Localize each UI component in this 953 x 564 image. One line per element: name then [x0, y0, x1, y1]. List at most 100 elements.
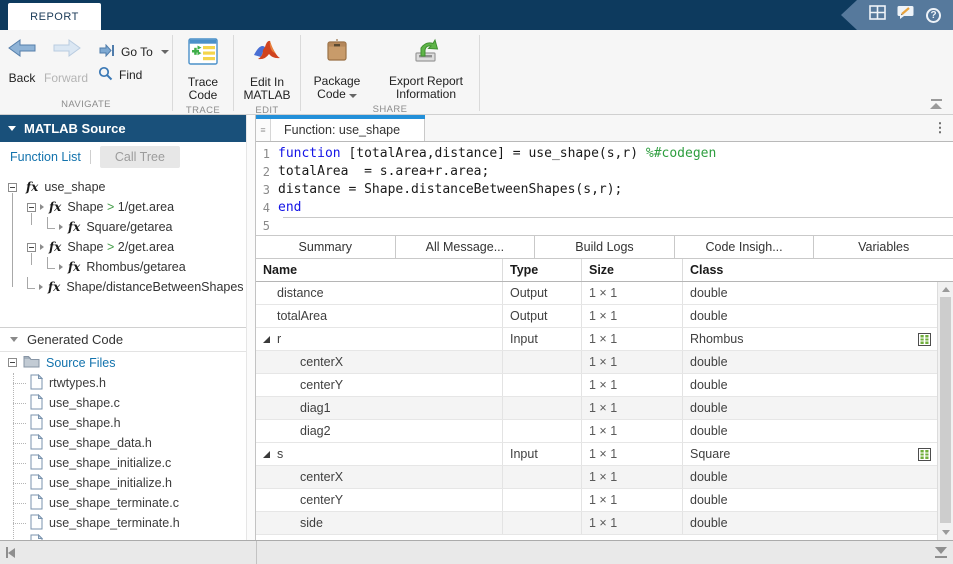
trace-code-button[interactable]: Trace Code	[173, 36, 233, 102]
function-tree-item[interactable]: fxShape > 2/get.area	[0, 237, 246, 257]
help-icon[interactable]: ?	[926, 8, 941, 23]
panel-grip-icon[interactable]: ≡	[256, 119, 271, 141]
cell-name: centerY	[256, 489, 503, 511]
cell-class: Rhombus	[683, 328, 937, 350]
cell-class: double	[683, 397, 937, 419]
find-button[interactable]: Find	[98, 66, 169, 84]
cell-name: r	[256, 328, 503, 350]
scroll-up-icon[interactable]	[938, 283, 953, 296]
file-name: rtwtypes.h	[49, 376, 106, 390]
table-row[interactable]: rInput1 × 1Rhombus	[256, 328, 937, 351]
cell-class: double	[683, 282, 937, 304]
column-header-type[interactable]: Type	[503, 259, 582, 281]
tree-stub	[13, 463, 26, 464]
file-tree-item[interactable]: use_shape_data.h	[0, 433, 246, 453]
code-line[interactable]: 2totalArea = s.area+r.area;	[256, 163, 953, 181]
folder-icon	[23, 355, 40, 371]
report-section-tabs: SummaryAll Message...Build LogsCode Insi…	[256, 235, 953, 259]
table-row[interactable]: side1 × 1double	[256, 512, 937, 535]
cell-type	[503, 351, 582, 373]
code-line[interactable]: 3distance = Shape.distanceBetweenShapes(…	[256, 181, 953, 199]
tab-call-tree[interactable]: Call Tree	[100, 146, 180, 168]
scrollbar-thumb[interactable]	[940, 297, 951, 523]
code-line[interactable]: 5	[256, 217, 953, 235]
collapse-bottom-panel-icon[interactable]	[935, 547, 947, 558]
tab-summary[interactable]: Summary	[256, 236, 396, 258]
column-header-name[interactable]: Name	[256, 259, 503, 281]
table-scrollbar[interactable]	[937, 282, 953, 540]
file-name: use_shape_initialize.h	[49, 476, 172, 490]
banner-decoration: ?	[841, 0, 953, 30]
sidebar-scrollbar[interactable]	[246, 115, 255, 540]
file-tree-item[interactable]: use_shape_terminate.h	[0, 513, 246, 533]
table-row[interactable]: sInput1 × 1Square	[256, 443, 937, 466]
tab-report[interactable]: REPORT	[8, 3, 101, 30]
file-tree-item-clipped[interactable]	[0, 533, 246, 540]
export-report-button[interactable]: Export Report Information	[373, 36, 479, 101]
file-tree-item[interactable]: rtwtypes.h	[0, 373, 246, 393]
goto-button[interactable]: Go To	[98, 44, 169, 60]
source-file-list: rtwtypes.huse_shape.cuse_shape.huse_shap…	[0, 373, 246, 540]
function-tree-label: use_shape	[44, 180, 105, 194]
bottom-dock-strip	[0, 540, 953, 564]
tab-code-insigh[interactable]: Code Insigh...	[675, 236, 815, 258]
function-tree-label: Shape > 1/get.area	[67, 200, 174, 214]
expand-triangle-icon[interactable]	[263, 336, 270, 343]
back-button[interactable]: Back	[0, 38, 44, 85]
table-row[interactable]: centerY1 × 1double	[256, 489, 937, 512]
package-code-button[interactable]: Package Code	[301, 36, 373, 101]
scroll-down-icon[interactable]	[938, 526, 953, 539]
function-tree-item[interactable]: fxRhombus/getarea	[0, 257, 246, 277]
code-line[interactable]: 4end	[256, 199, 953, 217]
cell-type: Input	[503, 443, 582, 465]
cell-class: double	[683, 374, 937, 396]
collapse-ribbon-icon[interactable]	[929, 99, 943, 109]
file-icon	[30, 474, 43, 493]
tab-function-list[interactable]: Function List	[10, 150, 81, 164]
table-row[interactable]: distanceOutput1 × 1double	[256, 282, 937, 305]
table-row[interactable]: diag21 × 1double	[256, 420, 937, 443]
file-tree-item[interactable]: use_shape_initialize.c	[0, 453, 246, 473]
layout-grid-icon[interactable]	[869, 5, 886, 25]
left-sidebar: MATLAB Source Function List Call Tree fx…	[0, 115, 256, 540]
code-generation-report-window: REPORT ?	[0, 0, 953, 564]
collapse-left-panel-icon[interactable]	[6, 547, 15, 558]
file-tree-item[interactable]: use_shape_terminate.c	[0, 493, 246, 513]
function-tree-item[interactable]: fxSquare/getarea	[0, 217, 246, 237]
code-line[interactable]: 1function [totalArea,distance] = use_sha…	[256, 145, 953, 163]
file-name: use_shape_initialize.c	[49, 456, 171, 470]
file-tree-item[interactable]: use_shape.h	[0, 413, 246, 433]
column-header-class[interactable]: Class	[683, 259, 953, 281]
tree-arrow-icon	[40, 204, 44, 210]
file-tree-item[interactable]: use_shape_initialize.h	[0, 473, 246, 493]
forward-button[interactable]: Forward	[44, 38, 88, 85]
function-tree-label: Square/getarea	[86, 220, 172, 234]
table-row[interactable]: centerY1 × 1double	[256, 374, 937, 397]
title-banner: REPORT ?	[0, 0, 953, 30]
column-header-size[interactable]: Size	[582, 259, 683, 281]
feedback-icon[interactable]	[897, 5, 915, 25]
source-files-node[interactable]: Source Files	[0, 352, 246, 373]
tree-arrow-icon	[59, 224, 63, 230]
tab-all-message[interactable]: All Message...	[396, 236, 536, 258]
collapse-toggle[interactable]	[27, 203, 36, 212]
table-row[interactable]: centerX1 × 1double	[256, 466, 937, 489]
tab-variables[interactable]: Variables	[814, 236, 953, 258]
generated-code-header[interactable]: Generated Code	[0, 327, 246, 352]
function-tree-item[interactable]: fxShape > 1/get.area	[0, 197, 246, 217]
code-viewer[interactable]: 1function [totalArea,distance] = use_sha…	[256, 142, 953, 235]
collapse-toggle[interactable]	[8, 358, 17, 367]
more-options-icon[interactable]: ⋮	[927, 115, 953, 141]
table-row[interactable]: totalAreaOutput1 × 1double	[256, 305, 937, 328]
table-row[interactable]: centerX1 × 1double	[256, 351, 937, 374]
tab-function-use-shape[interactable]: Function: use_shape	[271, 119, 425, 141]
collapse-toggle[interactable]	[27, 243, 36, 252]
file-tree-item[interactable]: use_shape.c	[0, 393, 246, 413]
function-tree-item[interactable]: fxuse_shape	[0, 177, 246, 197]
expand-triangle-icon[interactable]	[263, 451, 270, 458]
table-row[interactable]: diag11 × 1double	[256, 397, 937, 420]
tab-build-logs[interactable]: Build Logs	[535, 236, 675, 258]
edit-in-matlab-button[interactable]: Edit In MATLAB	[234, 36, 300, 102]
function-tree-item[interactable]: fxShape/distanceBetweenShapes	[0, 277, 246, 297]
collapse-toggle[interactable]	[8, 183, 17, 192]
